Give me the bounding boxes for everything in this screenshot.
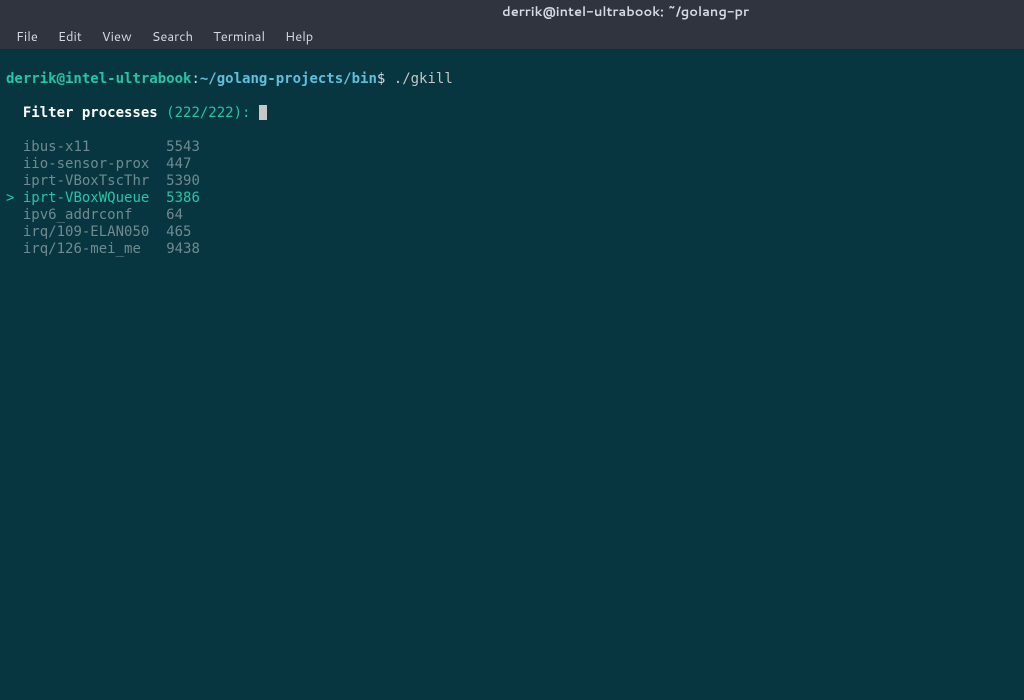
- process-row[interactable]: iio-sensor-prox 447: [6, 156, 1018, 173]
- process-row[interactable]: ipv6_addrconf 64: [6, 207, 1018, 224]
- process-name: iprt-VBoxTscThr: [23, 173, 149, 190]
- process-name: irq/109-ELAN050: [23, 224, 149, 241]
- process-name: ibus-x11: [23, 139, 90, 156]
- process-marker: [6, 224, 14, 240]
- process-marker: >: [6, 190, 14, 206]
- process-pid: 465: [166, 224, 191, 241]
- prompt-user-host: derrik@intel-ultrabook: [6, 71, 191, 87]
- window-title: derrik@intel-ultrabook: ~/golang-pr: [502, 3, 749, 21]
- process-marker: [6, 139, 14, 155]
- filter-count: (222/222):: [166, 105, 250, 121]
- filter-line: Filter processes (222/222):: [6, 105, 1018, 122]
- process-pid: 5390: [166, 173, 200, 190]
- prompt-line: derrik@intel-ultrabook:~/golang-projects…: [6, 71, 1018, 88]
- menu-view[interactable]: View: [92, 24, 142, 50]
- process-row[interactable]: irq/109-ELAN050 465: [6, 224, 1018, 241]
- menubar: File Edit View Search Terminal Help: [0, 24, 1024, 50]
- process-name: iprt-VBoxWQueue: [23, 190, 149, 207]
- process-name: ipv6_addrconf: [23, 207, 133, 224]
- menu-edit[interactable]: Edit: [48, 24, 92, 50]
- command-text: ./gkill: [394, 71, 453, 87]
- process-pid: 64: [166, 207, 183, 224]
- menu-file[interactable]: File: [6, 24, 48, 50]
- window-titlebar: derrik@intel-ultrabook: ~/golang-pr: [0, 0, 1024, 24]
- menu-terminal[interactable]: Terminal: [203, 24, 275, 50]
- process-row[interactable]: irq/126-mei_me 9438: [6, 241, 1018, 258]
- menu-search[interactable]: Search: [142, 24, 203, 50]
- process-name: iio-sensor-prox: [23, 156, 149, 173]
- prompt-colon: :: [191, 71, 199, 87]
- terminal-area[interactable]: derrik@intel-ultrabook:~/golang-projects…: [0, 50, 1024, 279]
- menu-help[interactable]: Help: [275, 24, 323, 50]
- filter-label: Filter processes: [23, 105, 158, 121]
- process-pid: 5543: [166, 139, 200, 156]
- process-row[interactable]: > iprt-VBoxWQueue 5386: [6, 190, 1018, 207]
- process-row[interactable]: iprt-VBoxTscThr 5390: [6, 173, 1018, 190]
- process-marker: [6, 207, 14, 223]
- prompt-dollar: $: [377, 71, 385, 87]
- process-marker: [6, 156, 14, 172]
- prompt-path: ~/golang-projects/bin: [200, 71, 377, 87]
- text-cursor: [259, 105, 267, 120]
- process-row[interactable]: ibus-x11 5543: [6, 139, 1018, 156]
- process-pid: 9438: [166, 241, 200, 258]
- process-marker: [6, 173, 14, 189]
- process-pid: 447: [166, 156, 191, 173]
- process-name: irq/126-mei_me: [23, 241, 141, 258]
- process-marker: [6, 241, 14, 257]
- process-list[interactable]: ibus-x11 5543 iio-sensor-prox 447 iprt-V…: [6, 139, 1018, 258]
- process-pid: 5386: [166, 190, 200, 207]
